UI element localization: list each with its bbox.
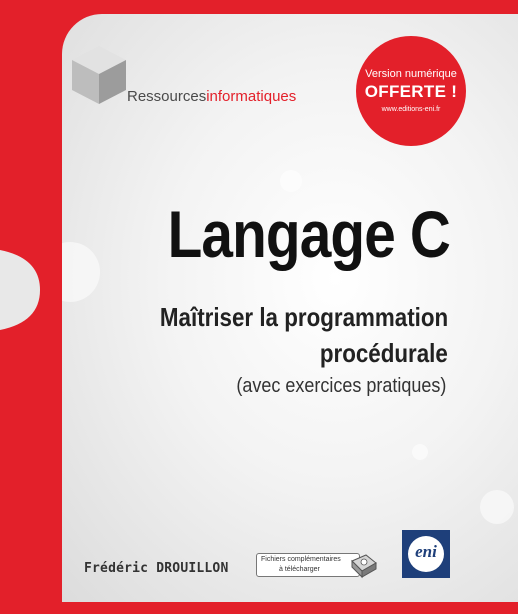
decor-bubble: [280, 170, 302, 192]
brand-part-2: informatiques: [206, 88, 297, 105]
decor-bubble: [412, 444, 428, 460]
decor-bubble: [480, 490, 514, 524]
book-subtitle-line-2: procédurale: [320, 338, 448, 368]
publisher-logo-text: eni: [415, 542, 437, 561]
badge-line-2: OFFERTE !: [364, 82, 458, 101]
book-subtitle-line-3: (avec exercices pratiques): [235, 375, 446, 397]
book-subtitle-line-1: Maîtriser la programmation: [159, 302, 448, 332]
collection-brand: Ressourcesinformatiques: [127, 88, 296, 105]
download-line-2: à télécharger: [279, 566, 320, 573]
digital-version-badge: Version numérique OFFERTE ! www.editions…: [356, 36, 466, 146]
book-author: Frédéric DROUILLON: [84, 561, 229, 576]
badge-url: www.editions-eni.fr: [381, 106, 441, 113]
book-title: Langage C: [167, 197, 451, 271]
download-badge: Fichiers complémentaires à télécharger: [256, 553, 360, 577]
publisher-logo: eni: [402, 530, 450, 578]
decor-bubble: [62, 242, 100, 302]
download-line-1: Fichiers complémentaires: [261, 556, 341, 563]
book-cover: Ressourcesinformatiques Version numériqu…: [0, 0, 518, 614]
cube-logo-icon: [72, 46, 126, 104]
disk-icon: [351, 554, 377, 579]
brand-part-1: Ressources: [127, 88, 207, 105]
badge-line-1: Version numérique: [365, 68, 457, 80]
